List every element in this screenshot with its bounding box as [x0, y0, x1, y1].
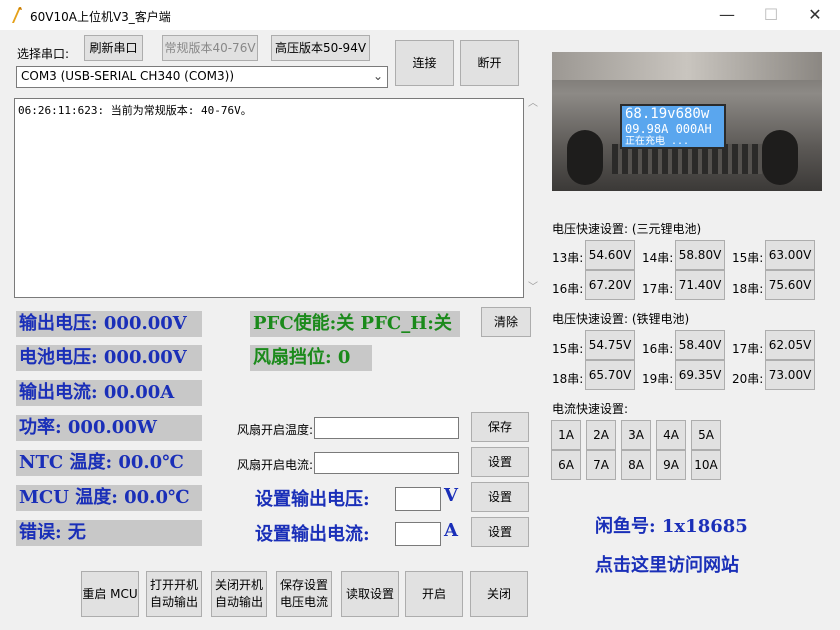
ternary-label-16s: 16串:	[552, 282, 584, 296]
app-icon	[12, 7, 22, 23]
lfp-16s-button[interactable]: 58.40V	[675, 330, 725, 360]
current-5a-button[interactable]: 5A	[691, 420, 721, 450]
lfp-title: 电压快速设置: (铁锂电池)	[552, 312, 690, 326]
current-6a-button[interactable]: 6A	[551, 450, 581, 480]
high-voltage-version-button[interactable]: 高压版本50-94V	[271, 35, 370, 61]
window-title: 60V10A上位机V3_客户端	[30, 10, 171, 24]
turn-off-button[interactable]: 关闭	[470, 571, 528, 617]
error-display: 错误: 无	[16, 520, 202, 546]
turn-on-button[interactable]: 开启	[405, 571, 463, 617]
save-fan-button[interactable]: 保存	[471, 412, 529, 442]
lfp-label-16s: 16串:	[642, 342, 674, 356]
clear-button[interactable]: 清除	[481, 307, 531, 337]
xianyu-id: 闲鱼号: 1x18685	[595, 516, 748, 537]
ternary-label-17s: 17串:	[642, 282, 674, 296]
ternary-label-18s: 18串:	[732, 282, 764, 296]
lfp-17s-button[interactable]: 62.05V	[765, 330, 815, 360]
close-icon[interactable]: ✕	[800, 4, 830, 26]
ternary-13s-button[interactable]: 54.60V	[585, 240, 635, 270]
current-quick-title: 电流快速设置:	[552, 402, 629, 416]
fan-current-label: 风扇开启电流:	[237, 458, 314, 472]
lfp-19s-button[interactable]: 69.35V	[675, 360, 725, 390]
current-9a-button[interactable]: 9A	[656, 450, 686, 480]
disable-auto-output-button[interactable]: 关闭开机 自动输出	[211, 571, 267, 617]
lcd-line-3: 正在充电 ...	[625, 136, 690, 147]
minimize-icon[interactable]: —	[712, 4, 742, 26]
log-scrollbar[interactable]: ︿ ﹀	[525, 92, 541, 298]
device-lcd: 68.19v680w 09.98A 000AH 正在充电 ...	[620, 104, 726, 149]
pfc-status: PFC使能:关 PFC_H:关	[250, 311, 460, 337]
ternary-label-14s: 14串:	[642, 251, 674, 265]
set-fan-current-button[interactable]: 设置	[471, 447, 529, 477]
chevron-down-icon: ⌄	[372, 69, 383, 83]
ternary-label-13s: 13串:	[552, 251, 584, 265]
ternary-14s-button[interactable]: 58.80V	[675, 240, 725, 270]
restart-mcu-button[interactable]: 重启 MCU	[81, 571, 139, 617]
ternary-17s-button[interactable]: 71.40V	[675, 270, 725, 300]
ternary-label-15s: 15串:	[732, 251, 764, 265]
port-label: 选择串口:	[17, 47, 70, 61]
standard-version-button[interactable]: 常规版本40-76V	[162, 35, 258, 61]
refresh-port-button[interactable]: 刷新串口	[84, 35, 143, 61]
lfp-label-19s: 19串:	[642, 372, 674, 386]
current-8a-button[interactable]: 8A	[621, 450, 651, 480]
device-connector-right	[762, 130, 798, 185]
mcu-temp-display: MCU 温度: 00.0℃	[16, 485, 202, 511]
save-voltage-current-button[interactable]: 保存设置 电压电流	[276, 571, 332, 617]
lfp-label-20s: 20串:	[732, 372, 764, 386]
lfp-label-15s: 15串:	[552, 342, 584, 356]
fan-temp-input[interactable]	[314, 417, 459, 439]
title-bar: 60V10A上位机V3_客户端 — ☐ ✕	[0, 0, 840, 30]
ntc-temp-display: NTC 温度: 00.0℃	[16, 450, 202, 476]
set-current-input[interactable]	[395, 522, 441, 546]
read-settings-button[interactable]: 读取设置	[341, 571, 399, 617]
ternary-18s-button[interactable]: 75.60V	[765, 270, 815, 300]
device-top	[552, 52, 822, 80]
maximize-icon[interactable]: ☐	[756, 4, 786, 26]
current-1a-button[interactable]: 1A	[551, 420, 581, 450]
set-current-button[interactable]: 设置	[471, 517, 529, 547]
fan-temp-label: 风扇开启温度:	[237, 423, 314, 437]
output-voltage-display: 输出电压: 000.00V	[16, 311, 202, 337]
current-2a-button[interactable]: 2A	[586, 420, 616, 450]
lfp-15s-button[interactable]: 54.75V	[585, 330, 635, 360]
output-current-display: 输出电流: 00.00A	[16, 380, 202, 406]
log-area[interactable]: 06:26:11:623: 当前为常规版本: 40-76V。	[14, 98, 524, 298]
port-select[interactable]: COM3 (USB-SERIAL CH340 (COM3)) ⌄	[16, 66, 388, 88]
fan-current-input[interactable]	[314, 452, 459, 474]
battery-voltage-display: 电池电压: 000.00V	[16, 345, 202, 371]
ternary-16s-button[interactable]: 67.20V	[585, 270, 635, 300]
disconnect-button[interactable]: 断开	[460, 40, 519, 86]
set-voltage-label: 设置输出电压:	[255, 489, 370, 510]
visit-website-link[interactable]: 点击这里访问网站	[595, 551, 739, 577]
device-photo: 68.19v680w 09.98A 000AH 正在充电 ...	[552, 52, 822, 191]
voltage-unit: V	[444, 485, 458, 506]
fan-level-status: 风扇挡位: 0	[250, 345, 372, 371]
enable-auto-output-button[interactable]: 打开开机 自动输出	[146, 571, 202, 617]
lfp-20s-button[interactable]: 73.00V	[765, 360, 815, 390]
set-voltage-button[interactable]: 设置	[471, 482, 529, 512]
current-7a-button[interactable]: 7A	[586, 450, 616, 480]
ternary-title: 电压快速设置: (三元锂电池)	[552, 222, 702, 236]
lcd-line-1: 68.19v680w	[625, 106, 710, 122]
scroll-down-icon[interactable]: ﹀	[528, 278, 538, 293]
current-unit: A	[444, 520, 458, 541]
connect-button[interactable]: 连接	[395, 40, 454, 86]
log-line: 06:26:11:623: 当前为常规版本: 40-76V。	[18, 104, 252, 117]
current-3a-button[interactable]: 3A	[621, 420, 651, 450]
lfp-label-18s: 18串:	[552, 372, 584, 386]
device-connector-left	[567, 130, 603, 185]
lcd-line-2: 09.98A 000AH	[625, 122, 712, 136]
set-current-label: 设置输出电流:	[255, 524, 370, 545]
lfp-label-17s: 17串:	[732, 342, 764, 356]
current-10a-button[interactable]: 10A	[691, 450, 721, 480]
scroll-up-icon[interactable]: ︿	[528, 94, 538, 109]
port-select-value: COM3 (USB-SERIAL CH340 (COM3))	[21, 69, 235, 83]
ternary-15s-button[interactable]: 63.00V	[765, 240, 815, 270]
power-display: 功率: 000.00W	[16, 415, 202, 441]
set-voltage-input[interactable]	[395, 487, 441, 511]
lfp-18s-button[interactable]: 65.70V	[585, 360, 635, 390]
current-4a-button[interactable]: 4A	[656, 420, 686, 450]
